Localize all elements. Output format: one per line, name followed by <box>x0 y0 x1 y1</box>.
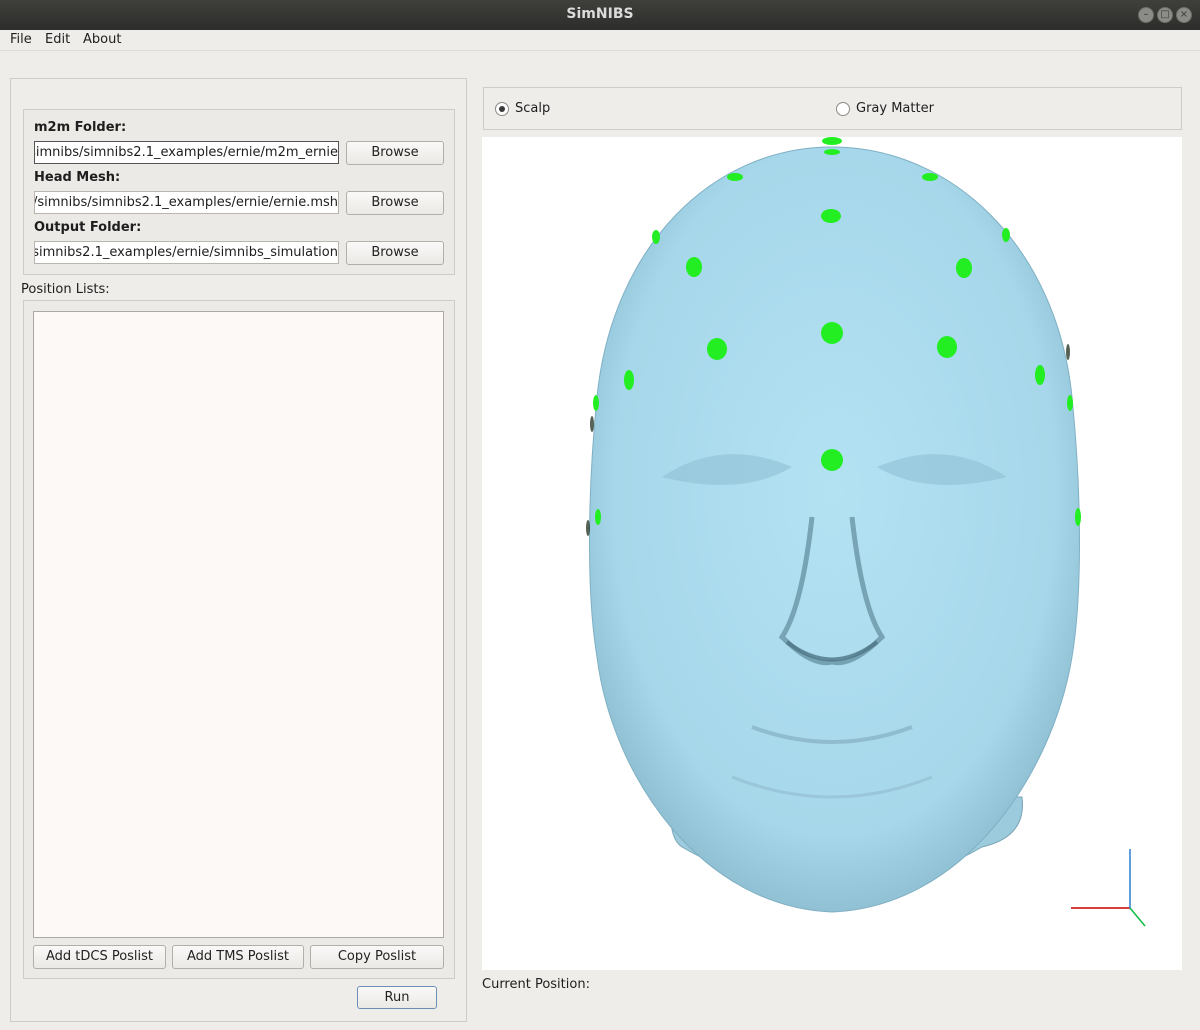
run-button[interactable]: Run <box>357 986 437 1009</box>
output-folder-label: Output Folder: <box>34 220 142 235</box>
close-icon[interactable]: × <box>1176 7 1192 23</box>
browse-output-button[interactable]: Browse <box>346 241 444 265</box>
menu-bar: File Edit About <box>0 30 1200 51</box>
menu-about[interactable]: About <box>83 32 121 47</box>
menu-edit[interactable]: Edit <box>45 32 70 47</box>
head-3d-viewport[interactable] <box>482 137 1182 970</box>
browse-head-mesh-button[interactable]: Browse <box>346 191 444 215</box>
position-lists-label: Position Lists: <box>21 282 110 297</box>
title-bar: SimNIBS – □ × <box>0 0 1200 30</box>
scalp-label[interactable]: Scalp <box>515 101 550 116</box>
m2m-folder-label: m2m Folder: <box>34 120 127 135</box>
left-panel: m2m Folder: ne/simnibs/simnibs2.1_exampl… <box>10 78 467 1022</box>
minimize-icon[interactable]: – <box>1138 7 1154 23</box>
orientation-axes <box>1071 849 1146 927</box>
copy-poslist-button[interactable]: Copy Poslist <box>310 945 444 969</box>
gray-matter-radio[interactable] <box>836 102 850 116</box>
gray-matter-label[interactable]: Gray Matter <box>856 101 934 116</box>
head-mesh-field[interactable]: me/simnibs/simnibs2.1_examples/ernie/ern… <box>34 191 339 214</box>
scalp-radio[interactable] <box>495 102 509 116</box>
add-tdcs-poslist-button[interactable]: Add tDCS Poslist <box>33 945 166 969</box>
m2m-folder-field[interactable]: ne/simnibs/simnibs2.1_examples/ernie/m2m… <box>34 141 339 164</box>
browse-m2m-button[interactable]: Browse <box>346 141 444 165</box>
add-tms-poslist-button[interactable]: Add TMS Poslist <box>172 945 304 969</box>
window-title: SimNIBS <box>566 6 634 22</box>
output-folder-field[interactable]: bs/simnibs2.1_examples/ernie/simnibs_sim… <box>34 241 339 264</box>
maximize-icon[interactable]: □ <box>1157 7 1173 23</box>
paths-group: m2m Folder: ne/simnibs/simnibs2.1_exampl… <box>23 109 455 275</box>
current-position-label: Current Position: <box>482 977 590 992</box>
menu-file[interactable]: File <box>10 32 32 47</box>
head-mesh-label: Head Mesh: <box>34 170 121 185</box>
surface-selector: Scalp Gray Matter <box>483 87 1182 130</box>
head-model <box>586 137 1146 927</box>
position-list[interactable] <box>33 311 444 938</box>
